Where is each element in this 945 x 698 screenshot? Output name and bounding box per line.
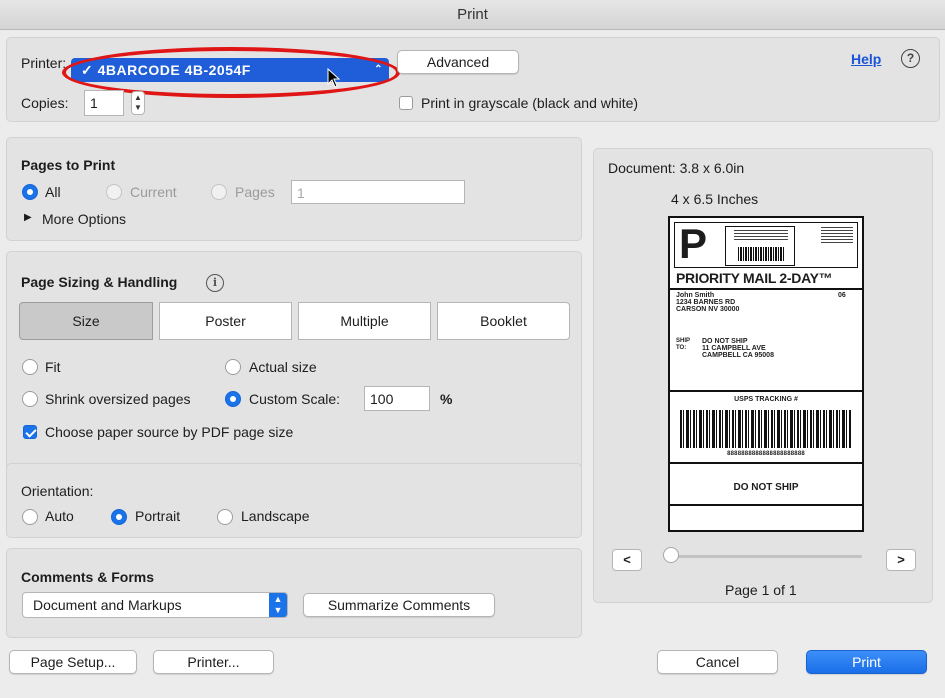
page-sizing-title: Page Sizing & Handling [21, 274, 178, 290]
pages-to-print-section: Pages to Print All Current Pages 1 ▶ Mor… [6, 137, 582, 241]
more-options-label[interactable]: More Options [42, 211, 126, 227]
custom-scale-field[interactable]: 100 [364, 386, 430, 411]
pages-current-label: Current [130, 184, 177, 200]
label-box-number: 06 [838, 292, 846, 299]
help-link[interactable]: Help [851, 51, 881, 67]
label-bottom-box: DO NOT SHIP [670, 468, 862, 506]
previous-page-button[interactable]: < [612, 549, 642, 571]
mouse-cursor-icon [327, 68, 341, 88]
label-tracking-box: USPS TRACKING # 8888888888888888888888 [670, 390, 862, 464]
printer-button[interactable]: Printer... [153, 650, 274, 674]
page-sizing-section: Page Sizing & Handling i Size Poster Mul… [6, 251, 582, 481]
label-to-block: DO NOT SHIP 11 CAMPBELL AVE CAMPBELL CA … [702, 338, 774, 359]
shrink-label: Shrink oversized pages [45, 391, 191, 407]
disclosure-triangle-icon[interactable]: ▶ [24, 212, 32, 223]
paper-size-label: 4 x 6.5 Inches [671, 191, 759, 207]
actual-size-radio[interactable] [225, 359, 241, 375]
pages-to-print-title: Pages to Print [21, 157, 116, 173]
custom-scale-radio[interactable] [225, 391, 241, 407]
label-priority-rule [670, 288, 862, 290]
pages-all-label: All [45, 184, 61, 200]
tab-poster[interactable]: Poster [159, 302, 292, 340]
orientation-landscape-radio[interactable] [217, 509, 233, 525]
label-header-box: P [674, 220, 858, 268]
label-to-addr1: 11 CAMPBELL AVE [702, 345, 766, 352]
grayscale-label: Print in grayscale (black and white) [421, 95, 639, 111]
printer-label: Printer: [21, 55, 67, 71]
print-button[interactable]: Print [806, 650, 927, 674]
fit-label: Fit [45, 359, 61, 375]
document-size-label: Document: 3.8 x 6.0in [608, 160, 745, 176]
comments-forms-title: Comments & Forms [21, 569, 155, 585]
label-stamp-lines [734, 230, 788, 242]
info-icon[interactable]: i [206, 274, 224, 292]
label-bottom-text: DO NOT SHIP [733, 482, 799, 493]
percent-label: % [440, 391, 453, 407]
paper-source-label: Choose paper source by PDF page size [45, 424, 294, 440]
pages-range-field[interactable]: 1 [291, 180, 465, 204]
tab-booklet[interactable]: Booklet [437, 302, 570, 340]
copies-stepper[interactable]: ▲ ▼ [131, 91, 145, 115]
label-tracking-barcode [680, 410, 852, 448]
window-title-bar: Print [0, 0, 945, 30]
printer-section: Printer: ✓ 4BARCODE 4B-2054F ⌃ Advanced … [6, 37, 940, 122]
pages-range-label: Pages [235, 184, 275, 200]
fit-radio[interactable] [22, 359, 38, 375]
summarize-comments-button[interactable]: Summarize Comments [303, 593, 495, 617]
comments-forms-select[interactable]: Document and Markups ▲ ▼ [22, 592, 288, 618]
page-slider-track[interactable] [670, 555, 862, 558]
page-slider-thumb[interactable] [663, 547, 679, 563]
orientation-landscape-label: Landscape [241, 508, 310, 524]
copies-label: Copies: [21, 95, 69, 111]
printer-select-value: 4BARCODE 4B-2054F [97, 62, 251, 78]
orientation-auto-radio[interactable] [22, 509, 38, 525]
comments-forms-section: Comments & Forms Document and Markups ▲ ▼… [6, 548, 582, 638]
orientation-title: Orientation: [21, 483, 94, 499]
label-to-name: DO NOT SHIP [702, 338, 748, 345]
pages-current-radio[interactable] [106, 184, 122, 200]
label-postage-lines [821, 227, 853, 243]
label-priority-text: PRIORITY MAIL 2-DAY™ [676, 270, 833, 286]
label-from-name: John Smith [676, 292, 715, 299]
question-icon[interactable]: ? [901, 49, 920, 68]
pages-range-radio[interactable] [211, 184, 227, 200]
label-ship-to-tag: SHIP TO: [676, 338, 690, 351]
stepper-up-icon: ▲ [134, 93, 142, 102]
stepper-down-icon: ▼ [134, 103, 142, 112]
label-tracking-title: USPS TRACKING # [734, 396, 798, 403]
orientation-portrait-label: Portrait [135, 508, 181, 524]
label-to-addr2: CAMPBELL CA 95008 [702, 352, 774, 359]
paper-source-checkbox[interactable] [23, 425, 37, 439]
shrink-radio[interactable] [22, 391, 38, 407]
chevron-updown-icon: ⌃ [374, 64, 383, 75]
label-preview-page: P PRIORITY MAIL 2-DAY™ John Smith 1234 B… [668, 216, 864, 532]
grayscale-checkbox[interactable] [399, 96, 413, 110]
page-indicator: Page 1 of 1 [725, 582, 797, 598]
label-from-addr2: CARSON NV 30000 [676, 306, 740, 313]
comments-forms-value: Document and Markups [33, 597, 182, 613]
label-tracking-number: 8888888888888888888888 [727, 451, 805, 457]
orientation-auto-label: Auto [45, 508, 74, 524]
copies-field[interactable]: 1 [84, 90, 124, 116]
next-page-button[interactable]: > [886, 549, 916, 571]
advanced-button[interactable]: Advanced [397, 50, 519, 74]
pages-all-radio[interactable] [22, 184, 38, 200]
actual-size-label: Actual size [249, 359, 317, 375]
printer-select[interactable]: ✓ 4BARCODE 4B-2054F ⌃ [71, 58, 389, 82]
cancel-button[interactable]: Cancel [657, 650, 778, 674]
label-from-block: John Smith 1234 BARNES RD CARSON NV 3000… [676, 292, 739, 313]
checkmark-icon: ✓ [81, 62, 98, 78]
tab-size[interactable]: Size [19, 302, 153, 340]
label-stamp-box [725, 226, 795, 266]
label-p-letter: P [679, 220, 708, 267]
window-title: Print [457, 6, 488, 23]
label-stamp-barcode [738, 247, 784, 261]
orientation-section: Orientation: Auto Portrait Landscape [6, 463, 582, 538]
custom-scale-label: Custom Scale: [249, 391, 341, 407]
label-from-addr1: 1234 BARNES RD [676, 299, 736, 306]
orientation-portrait-radio[interactable] [111, 509, 127, 525]
tab-multiple[interactable]: Multiple [298, 302, 431, 340]
chevron-updown-icon: ▲ ▼ [269, 593, 287, 617]
page-setup-button[interactable]: Page Setup... [9, 650, 137, 674]
